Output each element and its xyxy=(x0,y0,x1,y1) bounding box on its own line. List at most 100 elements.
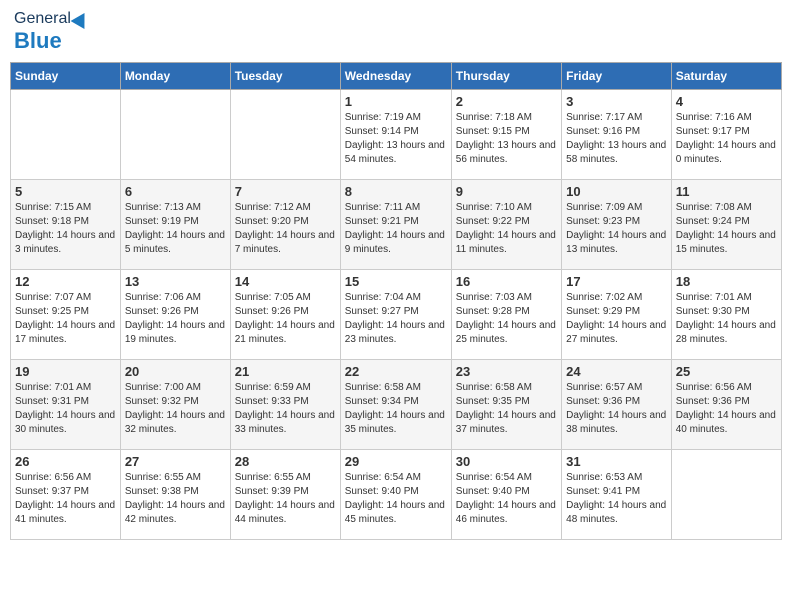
day-info-text: Sunrise: 7:10 AM xyxy=(456,201,557,215)
calendar-cell: 10Sunrise: 7:09 AMSunset: 9:23 PMDayligh… xyxy=(562,180,672,270)
logo-general-text: General xyxy=(14,10,71,28)
day-number: 25 xyxy=(676,364,777,379)
day-info-text: Daylight: 14 hours and 32 minutes. xyxy=(125,409,226,437)
calendar-cell xyxy=(671,450,781,540)
calendar-cell: 17Sunrise: 7:02 AMSunset: 9:29 PMDayligh… xyxy=(562,270,672,360)
weekday-header-thursday: Thursday xyxy=(451,63,561,90)
calendar-header-row: SundayMondayTuesdayWednesdayThursdayFrid… xyxy=(11,63,782,90)
day-info-text: Daylight: 14 hours and 27 minutes. xyxy=(566,319,667,347)
day-info-text: Sunrise: 7:13 AM xyxy=(125,201,226,215)
calendar-cell: 20Sunrise: 7:00 AMSunset: 9:32 PMDayligh… xyxy=(120,360,230,450)
day-info-text: Sunset: 9:29 PM xyxy=(566,305,667,319)
weekday-header-friday: Friday xyxy=(562,63,672,90)
day-info-text: Daylight: 14 hours and 21 minutes. xyxy=(235,319,336,347)
calendar-cell: 15Sunrise: 7:04 AMSunset: 9:27 PMDayligh… xyxy=(340,270,451,360)
calendar-cell: 21 Sunrise: 6:59 AMSunset: 9:33 PMDayligh… xyxy=(230,360,340,450)
day-info-text: Sunset: 9:15 PM xyxy=(456,125,557,139)
day-number: 28 xyxy=(235,454,336,469)
day-info-text: Sunrise: 6:54 AM xyxy=(345,471,447,485)
day-info-text: Daylight: 13 hours and 54 minutes. xyxy=(345,139,447,167)
day-info-text: Sunset: 9:38 PM xyxy=(125,485,226,499)
day-info-text: Daylight: 14 hours and 7 minutes. xyxy=(235,229,336,257)
day-info-text: Sunrise: 7:03 AM xyxy=(456,291,557,305)
day-info-text: Daylight: 14 hours and 19 minutes. xyxy=(125,319,226,347)
day-info-text: Sunset: 9:25 PM xyxy=(15,305,116,319)
day-info-text: Daylight: 14 hours and 30 minutes. xyxy=(15,409,116,437)
calendar-week-row: 26Sunrise: 6:56 AMSunset: 9:37 PMDayligh… xyxy=(11,450,782,540)
day-info-text: Sunrise: 6:56 AM xyxy=(676,381,777,395)
day-info-text: Sunrise: 7:04 AM xyxy=(345,291,447,305)
day-number: 17 xyxy=(566,274,667,289)
calendar-cell: 27Sunrise: 6:55 AMSunset: 9:38 PMDayligh… xyxy=(120,450,230,540)
day-info-text: Sunset: 9:40 PM xyxy=(456,485,557,499)
day-info-text: Daylight: 14 hours and 35 minutes. xyxy=(345,409,447,437)
day-number: 31 xyxy=(566,454,667,469)
day-info-text: Sunset: 9:16 PM xyxy=(566,125,667,139)
day-number: 8 xyxy=(345,184,447,199)
day-number: 5 xyxy=(15,184,116,199)
day-info-text: Daylight: 14 hours and 48 minutes. xyxy=(566,499,667,527)
day-number: 7 xyxy=(235,184,336,199)
day-info-text: Daylight: 14 hours and 17 minutes. xyxy=(15,319,116,347)
day-info-text: Sunset: 9:33 PM xyxy=(235,395,336,409)
day-info-text: Daylight: 14 hours and 11 minutes. xyxy=(456,229,557,257)
calendar-week-row: 19Sunrise: 7:01 AMSunset: 9:31 PMDayligh… xyxy=(11,360,782,450)
day-info-text: Sunset: 9:27 PM xyxy=(345,305,447,319)
calendar-cell: 13Sunrise: 7:06 AMSunset: 9:26 PMDayligh… xyxy=(120,270,230,360)
day-info-text: Daylight: 14 hours and 13 minutes. xyxy=(566,229,667,257)
day-info-text: Sunrise: 7:01 AM xyxy=(15,381,116,395)
day-info-text: Sunrise: 7:00 AM xyxy=(125,381,226,395)
calendar-cell: 26Sunrise: 6:56 AMSunset: 9:37 PMDayligh… xyxy=(11,450,121,540)
day-info-text: Sunrise: 7:05 AM xyxy=(235,291,336,305)
calendar-cell: 28Sunrise: 6:55 AMSunset: 9:39 PMDayligh… xyxy=(230,450,340,540)
day-number: 2 xyxy=(456,94,557,109)
day-number: 15 xyxy=(345,274,447,289)
day-info-text: Sunrise: 6:58 AM xyxy=(345,381,447,395)
day-info-text: Sunset: 9:34 PM xyxy=(345,395,447,409)
calendar-cell: 3Sunrise: 7:17 AMSunset: 9:16 PMDaylight… xyxy=(562,90,672,180)
calendar-cell: 4Sunrise: 7:16 AMSunset: 9:17 PMDaylight… xyxy=(671,90,781,180)
calendar-week-row: 1Sunrise: 7:19 AMSunset: 9:14 PMDaylight… xyxy=(11,90,782,180)
day-info-text: Sunrise: 7:11 AM xyxy=(345,201,447,215)
day-number: 23 xyxy=(456,364,557,379)
logo-triangle-icon xyxy=(70,9,91,29)
calendar-table: SundayMondayTuesdayWednesdayThursdayFrid… xyxy=(10,62,782,540)
day-info-text: Daylight: 14 hours and 5 minutes. xyxy=(125,229,226,257)
day-info-text: Sunset: 9:24 PM xyxy=(676,215,777,229)
day-info-text: Daylight: 13 hours and 58 minutes. xyxy=(566,139,667,167)
day-info-text: Daylight: 14 hours and 37 minutes. xyxy=(456,409,557,437)
day-info-text: Daylight: 14 hours and 15 minutes. xyxy=(676,229,777,257)
day-info-text: Daylight: 14 hours and 40 minutes. xyxy=(676,409,777,437)
day-info-text: Daylight: 13 hours and 56 minutes. xyxy=(456,139,557,167)
day-info-text: Sunrise: 6:59 AM xyxy=(235,381,336,395)
day-info-text: Sunrise: 7:18 AM xyxy=(456,111,557,125)
calendar-cell: 18Sunrise: 7:01 AMSunset: 9:30 PMDayligh… xyxy=(671,270,781,360)
day-info-text: Sunrise: 7:06 AM xyxy=(125,291,226,305)
calendar-cell: 14Sunrise: 7:05 AMSunset: 9:26 PMDayligh… xyxy=(230,270,340,360)
weekday-header-wednesday: Wednesday xyxy=(340,63,451,90)
day-number: 16 xyxy=(456,274,557,289)
weekday-header-sunday: Sunday xyxy=(11,63,121,90)
calendar-cell: 22Sunrise: 6:58 AMSunset: 9:34 PMDayligh… xyxy=(340,360,451,450)
day-info-text: Sunset: 9:30 PM xyxy=(676,305,777,319)
weekday-header-tuesday: Tuesday xyxy=(230,63,340,90)
day-info-text: Sunrise: 7:19 AM xyxy=(345,111,447,125)
day-number: 21 xyxy=(235,364,336,379)
day-number: 6 xyxy=(125,184,226,199)
day-info-text: Sunrise: 6:55 AM xyxy=(125,471,226,485)
calendar-cell: 9Sunrise: 7:10 AMSunset: 9:22 PMDaylight… xyxy=(451,180,561,270)
day-info-text: Sunset: 9:36 PM xyxy=(676,395,777,409)
day-info-text: Daylight: 14 hours and 33 minutes. xyxy=(235,409,336,437)
day-info-text: Sunrise: 7:15 AM xyxy=(15,201,116,215)
calendar-cell: 31Sunrise: 6:53 AMSunset: 9:41 PMDayligh… xyxy=(562,450,672,540)
day-info-text: Sunrise: 7:12 AM xyxy=(235,201,336,215)
day-info-text: Sunset: 9:18 PM xyxy=(15,215,116,229)
day-info-text: Sunset: 9:22 PM xyxy=(456,215,557,229)
calendar-cell: 6Sunrise: 7:13 AMSunset: 9:19 PMDaylight… xyxy=(120,180,230,270)
day-number: 11 xyxy=(676,184,777,199)
day-number: 24 xyxy=(566,364,667,379)
calendar-cell: 29Sunrise: 6:54 AMSunset: 9:40 PMDayligh… xyxy=(340,450,451,540)
day-info-text: Sunrise: 7:16 AM xyxy=(676,111,777,125)
calendar-cell: 23Sunrise: 6:58 AMSunset: 9:35 PMDayligh… xyxy=(451,360,561,450)
calendar-cell xyxy=(120,90,230,180)
